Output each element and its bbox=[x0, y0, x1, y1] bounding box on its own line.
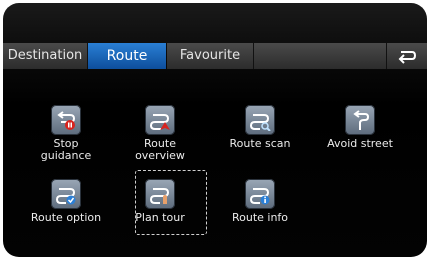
tab-label: Favourite bbox=[179, 48, 241, 63]
route-info-icon bbox=[245, 179, 275, 209]
route-scan-button[interactable]: Route scan bbox=[217, 105, 303, 175]
tile-label: Route info bbox=[231, 211, 289, 224]
tile-label: Route overview bbox=[135, 137, 185, 162]
tile-label: Route option bbox=[30, 211, 102, 224]
tab-route[interactable]: Route bbox=[88, 43, 166, 69]
tab-empty bbox=[254, 43, 387, 69]
stop-guidance-icon bbox=[51, 105, 81, 135]
tab-bar: Destination Route Favourite bbox=[3, 43, 427, 69]
route-overview-button[interactable]: Route overview bbox=[117, 105, 203, 175]
return-arrow-icon bbox=[398, 51, 417, 64]
tab-label: Destination bbox=[7, 48, 83, 63]
tile-label: Route scan bbox=[229, 137, 291, 150]
tile-label: Stop guidance bbox=[40, 137, 92, 162]
tab-favourite[interactable]: Favourite bbox=[167, 43, 254, 69]
route-option-button[interactable]: Route option bbox=[23, 179, 109, 249]
screen: Destination Route Favourite Stop guidanc… bbox=[3, 3, 427, 257]
route-info-button[interactable]: Route info bbox=[217, 179, 303, 249]
stop-guidance-button[interactable]: Stop guidance bbox=[23, 105, 109, 175]
route-option-icon bbox=[51, 179, 81, 209]
tile-label: Plan tour bbox=[135, 211, 185, 224]
tab-label: Route bbox=[106, 48, 148, 64]
tile-label: Avoid street bbox=[327, 137, 393, 150]
avoid-street-icon bbox=[345, 105, 375, 135]
plan-tour-button[interactable]: Plan tour bbox=[117, 170, 207, 249]
plan-tour-icon bbox=[145, 179, 175, 209]
display-bezel: Destination Route Favourite Stop guidanc… bbox=[0, 0, 430, 260]
route-overview-icon bbox=[145, 105, 175, 135]
back-button[interactable] bbox=[386, 43, 427, 69]
avoid-street-button[interactable]: Avoid street bbox=[317, 105, 403, 175]
tab-destination[interactable]: Destination bbox=[3, 43, 88, 69]
route-scan-icon bbox=[245, 105, 275, 135]
